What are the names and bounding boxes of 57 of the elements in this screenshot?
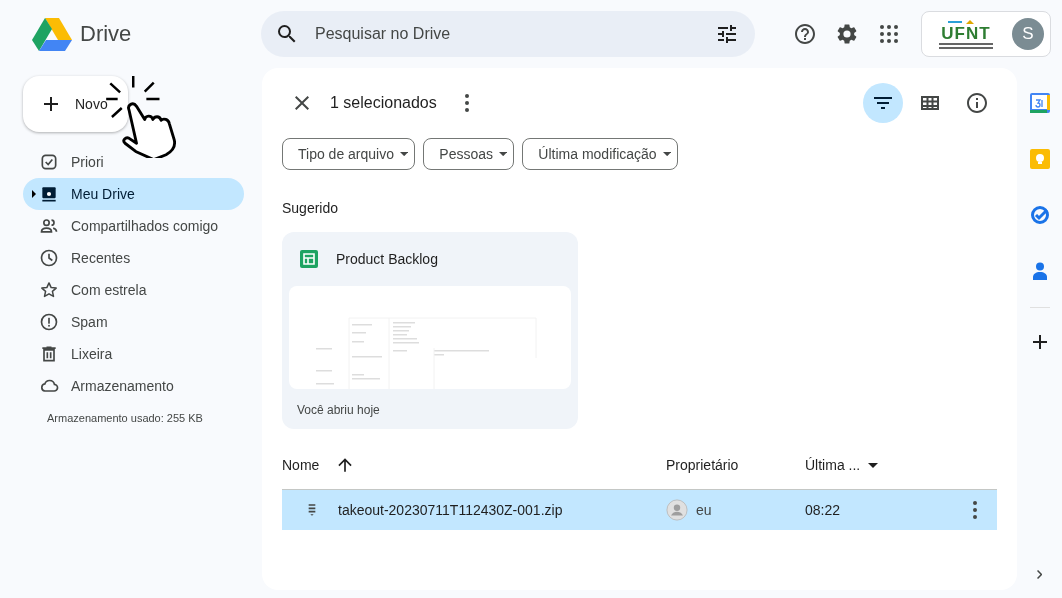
avatar-icon [666,499,688,521]
storage-usage: Armazenamento usado: 255 KB [47,412,204,424]
tune-icon [715,22,739,46]
selection-count: 1 selecionados [330,94,437,112]
caret-icon [868,462,879,468]
drive-logo-icon [32,17,72,51]
starred-icon [39,280,59,300]
chevron-right-icon [1036,569,1043,579]
more-icon [973,501,977,519]
account-button[interactable]: UFNT S [921,11,1051,57]
trash-icon [39,344,59,364]
filter-chip[interactable]: Pessoas [423,138,515,170]
section-heading: Sugerido [282,200,340,216]
expand-icon[interactable] [31,190,37,198]
caret-icon [400,151,409,157]
column-header[interactable]: Última ... [805,457,861,473]
app-title: Drive [80,21,132,47]
priority-icon [39,152,59,172]
filter-button[interactable] [863,83,903,123]
filter-chip[interactable]: Tipo de arquivo [282,138,416,170]
more-icon [464,94,469,112]
sidebar-item[interactable]: Compartilhados comigo [23,210,244,242]
sidebar-item[interactable]: Armazenamento [23,370,244,402]
search-options-button[interactable] [715,22,739,46]
caret-icon [499,151,508,157]
sidebar-item[interactable]: Com estrela [23,274,244,306]
caret-icon [662,151,671,157]
column-header[interactable]: Nome [282,457,320,473]
column-menu-button[interactable] [868,462,879,468]
search-field[interactable]: Pesquisar no Drive [261,11,755,57]
help-icon [793,22,817,46]
file-card[interactable]: Product Backlog Você abriu hoje [282,232,578,429]
sidebar-item[interactable]: Recentes [23,242,244,274]
search-input[interactable]: Pesquisar no Drive [313,24,701,44]
card-subtitle: Você abriu hoje [297,403,381,417]
filter-chip[interactable]: Última modificação [522,138,678,170]
settings-icon [835,22,859,46]
avatar: S [1012,18,1044,50]
file-title: Product Backlog [336,251,438,267]
drive-icon [39,184,59,204]
info-icon [965,91,989,115]
spam-icon [39,312,59,332]
new-button[interactable]: Novo [23,76,128,132]
column-header[interactable]: Proprietário [666,457,739,473]
recent-icon [39,248,59,268]
sidebar-item[interactable]: Lixeira [23,338,244,370]
sidebar-item[interactable]: Meu Drive [23,178,244,210]
owner-name: eu [696,502,712,518]
shared-icon [39,216,59,236]
file-name: takeout-20230711T112430Z-001.zip [338,502,563,518]
sidebar-item[interactable]: Priori [23,146,244,178]
file-row[interactable]: takeout-20230711T112430Z-001.zip eu 08:22 [282,490,997,530]
sidebar-item[interactable]: Spam [23,306,244,338]
university-logo: UFNT [936,19,996,49]
spreadsheet-icon [300,250,318,268]
apps-icon [877,22,901,46]
modified-time: 08:22 [805,502,842,518]
